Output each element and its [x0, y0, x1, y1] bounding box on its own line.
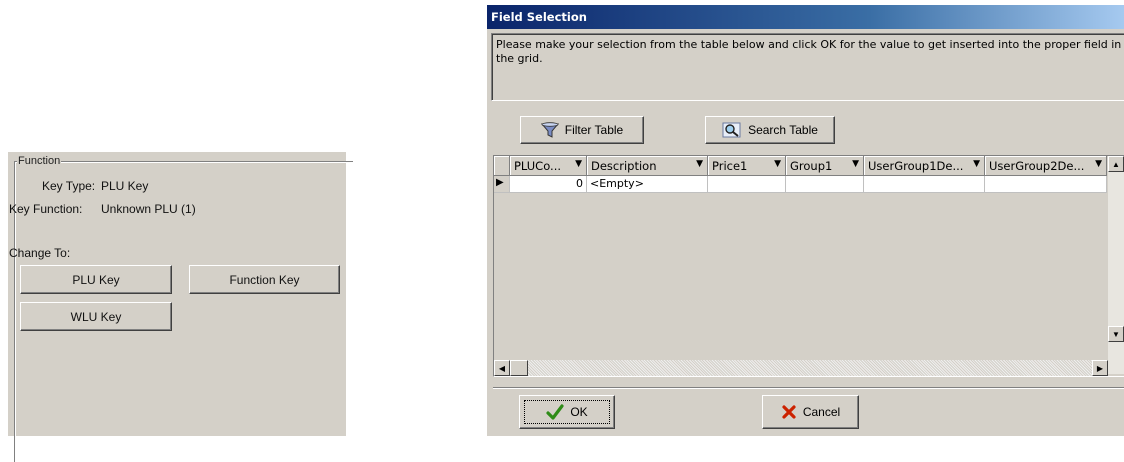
scroll-right-icon[interactable]: ▶: [1092, 360, 1108, 376]
dropdown-arrow-icon[interactable]: ▼: [575, 159, 582, 169]
column-header-description[interactable]: Description ▼: [587, 156, 708, 176]
cell-plucode[interactable]: 0: [510, 176, 587, 193]
scroll-down-icon[interactable]: ▼: [1108, 326, 1124, 342]
column-header-label: UserGroup1De...: [868, 159, 964, 173]
current-row-indicator-icon[interactable]: ▶: [494, 176, 510, 193]
key-type-value: PLU Key: [101, 179, 149, 193]
cell-usergroup1[interactable]: [864, 176, 985, 193]
dialog-title: Field Selection: [491, 10, 587, 24]
plu-key-button[interactable]: PLU Key: [20, 265, 172, 294]
column-header-label: Group1: [790, 159, 833, 173]
dropdown-arrow-icon[interactable]: ▼: [973, 159, 980, 169]
key-function-label: Key Function:: [9, 202, 83, 216]
horizontal-scrollbar[interactable]: ◀ ▶: [494, 360, 1108, 376]
cell-price1[interactable]: [708, 176, 786, 193]
column-header-label: UserGroup2De...: [989, 159, 1085, 173]
search-table-button[interactable]: Search Table: [705, 116, 835, 144]
cancel-label: Cancel: [802, 405, 841, 419]
search-table-label: Search Table: [748, 123, 818, 137]
row-indicator-header: [494, 156, 510, 176]
message-box: Please make your selection from the tabl…: [491, 33, 1124, 101]
key-type-label: Key Type:: [42, 179, 96, 193]
wlu-key-button[interactable]: WLU Key: [20, 302, 172, 331]
column-header-label: PLUCo...: [514, 159, 562, 173]
field-selection-dialog: Field Selection Please make your selecti…: [486, 5, 1124, 436]
dropdown-arrow-icon[interactable]: ▼: [1095, 159, 1102, 169]
column-header-group1[interactable]: Group1 ▼: [786, 156, 864, 176]
dropdown-arrow-icon[interactable]: ▼: [774, 159, 781, 169]
column-header-usergroup1[interactable]: UserGroup1De... ▼: [864, 156, 985, 176]
column-header-label: Price1: [712, 159, 748, 173]
cell-usergroup2[interactable]: [985, 176, 1107, 193]
filter-table-button[interactable]: Filter Table: [520, 116, 644, 144]
function-panel: Function Key Type: PLU Key Key Function:…: [8, 152, 353, 462]
scroll-left-icon[interactable]: ◀: [494, 360, 510, 376]
dialog-titlebar[interactable]: Field Selection: [487, 5, 1124, 29]
dropdown-arrow-icon[interactable]: ▼: [696, 159, 703, 169]
change-to-label: Change To:: [9, 246, 71, 260]
ok-button[interactable]: OK: [519, 395, 615, 429]
magnifier-icon: [722, 122, 741, 138]
cell-description[interactable]: <Empty>: [587, 176, 708, 193]
groupbox-title: Function: [17, 155, 62, 167]
footer-divider: [493, 387, 1124, 389]
x-icon: [782, 405, 796, 419]
focus-rectangle: [524, 400, 610, 424]
key-function-value: Unknown PLU (1): [101, 202, 196, 216]
funnel-icon: [540, 122, 559, 138]
column-header-price1[interactable]: Price1 ▼: [708, 156, 786, 176]
column-header-plucode[interactable]: PLUCo... ▼: [510, 156, 587, 176]
function-key-button[interactable]: Function Key: [189, 265, 340, 294]
filter-table-label: Filter Table: [564, 123, 624, 137]
scroll-up-icon[interactable]: ▲: [1108, 156, 1124, 172]
column-header-usergroup2[interactable]: UserGroup2De... ▼: [985, 156, 1107, 176]
dropdown-arrow-icon[interactable]: ▼: [852, 159, 859, 169]
vertical-scrollbar[interactable]: ▲ ▼: [1108, 156, 1124, 374]
column-header-label: Description: [591, 159, 657, 173]
cell-group1[interactable]: [786, 176, 864, 193]
horizontal-scroll-thumb[interactable]: [510, 360, 528, 376]
cancel-button[interactable]: Cancel: [762, 395, 859, 429]
data-grid[interactable]: PLUCo... ▼ Description ▼ Price1 ▼ Group1 ▼ U…: [493, 155, 1124, 377]
instruction-text: Please make your selection from the tabl…: [496, 38, 1122, 65]
